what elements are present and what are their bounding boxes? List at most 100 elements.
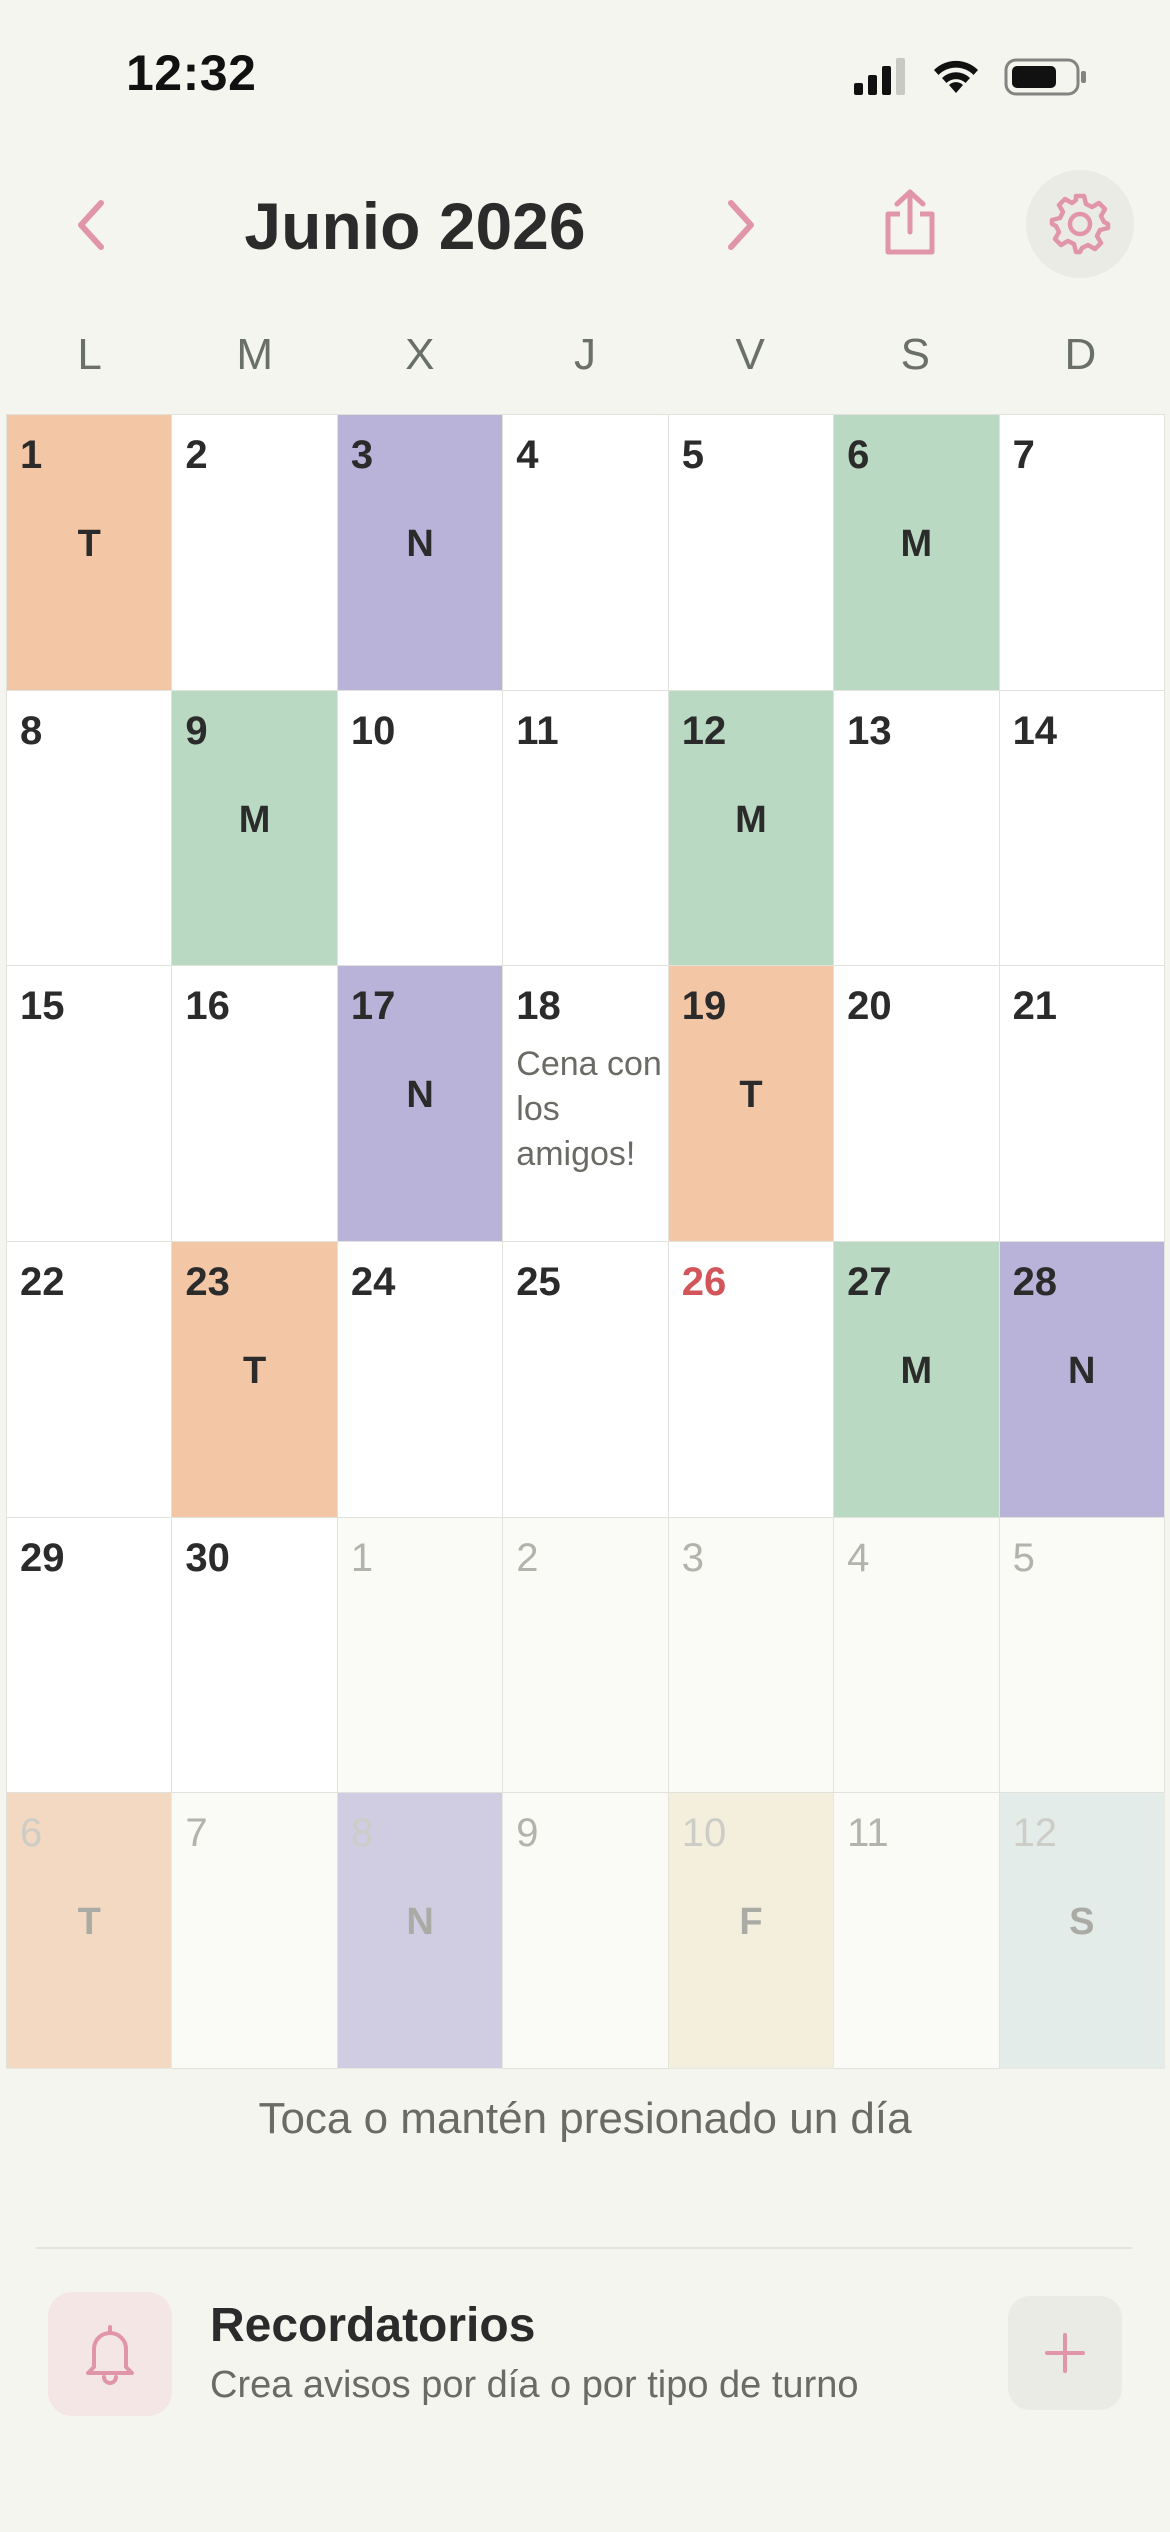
weekday-header: LMXJVSD	[7, 330, 1163, 390]
shift-label: F	[739, 1901, 763, 1944]
chevron-left-icon	[78, 200, 104, 250]
day-cell[interactable]: 22	[7, 1241, 173, 1518]
shift-label: T	[739, 1074, 763, 1117]
day-cell[interactable]: 29	[7, 1517, 173, 1794]
day-cell[interactable]: 20	[834, 966, 1000, 1242]
status-time: 12:32	[126, 45, 257, 101]
day-number: 13	[847, 708, 892, 753]
day-cell[interactable]: 6M	[834, 415, 1000, 691]
weekday-label: V	[735, 330, 765, 379]
day-cell[interactable]: 16	[172, 966, 338, 1242]
day-cell[interactable]: 12 M	[668, 690, 835, 967]
day-cell[interactable]: 3N	[337, 415, 504, 691]
share-button[interactable]	[860, 168, 960, 278]
day-cell[interactable]: 14	[999, 690, 1165, 967]
shift-label: N	[1068, 1349, 1096, 1392]
weekday-label: S	[900, 330, 930, 379]
day-cell-outside-month[interactable]: 6T	[7, 1793, 173, 2069]
battery-icon	[1004, 58, 1086, 96]
day-cell-outside-month[interactable]: 2	[503, 1517, 669, 1794]
bell-icon	[86, 2325, 134, 2385]
shift-label: M	[238, 798, 271, 841]
day-cell[interactable]: 26	[668, 1241, 835, 1518]
day-number: 21	[1012, 984, 1058, 1029]
day-cell[interactable]: 23 T	[172, 1241, 338, 1518]
reminders-row[interactable]: Recordatorios Crea avisos por día o por …	[36, 2280, 1134, 2430]
day-number: 1	[20, 433, 43, 477]
day-cell-outside-month[interactable]: 1	[337, 1517, 504, 1794]
reminders-subtitle: Crea avisos por día o por tipo de turno	[210, 2364, 859, 2406]
reminders-title: Recordatorios	[210, 2299, 536, 2352]
day-number: 17	[350, 984, 396, 1029]
day-number: 30	[185, 1535, 230, 1580]
day-cell-outside-month[interactable]: 12 S	[999, 1793, 1165, 2069]
shift-label: M	[735, 798, 767, 841]
day-cell[interactable]: 24	[337, 1241, 504, 1518]
day-cell[interactable]: 7	[999, 415, 1165, 691]
shift-label: S	[1069, 1901, 1095, 1944]
settings-button[interactable]	[1026, 170, 1134, 278]
day-cell[interactable]: 5	[668, 415, 835, 691]
shift-label: N	[406, 1074, 434, 1117]
shift-label: M	[900, 523, 933, 565]
add-reminder-button[interactable]	[1008, 2296, 1122, 2410]
day-cell-outside-month[interactable]: 7	[172, 1793, 338, 2069]
calendar-grid: 1 T 2 3 N 4 5 6 M 7 8 9 M 10 11 12 M 13 14 15 16 17 N 18 Cena co…	[6, 414, 1165, 2069]
day-cell[interactable]: 18 Cena con los amigos!	[503, 966, 669, 1242]
day-cell[interactable]: 21	[999, 966, 1165, 1242]
day-cell-outside-month[interactable]: 5	[999, 1517, 1165, 1794]
shift-label: T	[243, 1349, 267, 1392]
day-number: 20	[847, 984, 892, 1029]
status-icons	[852, 54, 1088, 100]
day-number: 23	[185, 1259, 230, 1304]
day-cell[interactable]: 15	[7, 966, 173, 1242]
day-number: 26	[681, 1259, 727, 1304]
day-number: 2	[516, 1535, 539, 1580]
month-title: Junio 2026	[244, 189, 586, 263]
day-cell-outside-month[interactable]: 11	[834, 1793, 1000, 2069]
day-cell[interactable]: 13	[834, 690, 1000, 967]
day-cell-outside-month[interactable]: 10 F	[668, 1793, 835, 2069]
day-number: 7	[185, 1811, 208, 1856]
day-cell[interactable]: 30	[172, 1517, 338, 1794]
next-month-button[interactable]	[686, 160, 796, 290]
day-number: 27	[847, 1259, 892, 1304]
day-number: 11	[516, 708, 559, 753]
day-cell[interactable]: 17 N	[337, 966, 504, 1242]
status-bar: 12:32	[0, 0, 1170, 150]
day-number: 16	[185, 984, 230, 1029]
day-cell-outside-month[interactable]: 4	[834, 1517, 1000, 1794]
day-cell[interactable]: 10	[337, 690, 504, 967]
day-number: 9	[516, 1811, 539, 1856]
weekday-label: M	[236, 330, 274, 379]
day-number: 29	[20, 1535, 65, 1580]
shift-label: N	[406, 1901, 434, 1944]
day-cell-outside-month[interactable]: 3	[668, 1517, 835, 1794]
day-cell[interactable]: 4	[503, 415, 669, 691]
day-cell[interactable]: 25	[503, 1241, 669, 1518]
day-number: 19	[681, 984, 727, 1029]
day-cell[interactable]: 1T	[7, 415, 173, 691]
day-cell-outside-month[interactable]: 8N	[337, 1793, 504, 2069]
day-number: 8	[20, 708, 43, 753]
shift-label: T	[77, 523, 101, 565]
day-cell[interactable]: 19 T	[668, 966, 835, 1242]
weekday-label: J	[573, 330, 596, 379]
share-icon	[885, 189, 935, 255]
day-cell[interactable]: 2	[172, 415, 338, 691]
day-number: 25	[516, 1259, 561, 1304]
previous-month-button[interactable]	[36, 160, 146, 290]
weekday-label: L	[77, 330, 102, 379]
divider	[36, 2247, 1132, 2249]
day-number: 12	[1012, 1811, 1058, 1856]
shift-label: M	[900, 1349, 933, 1392]
day-number: 15	[20, 984, 65, 1029]
day-number: 14	[1012, 708, 1058, 753]
day-cell[interactable]: 9M	[172, 690, 338, 967]
day-cell[interactable]: 27 M	[834, 1241, 1000, 1518]
day-number: 2	[185, 433, 208, 477]
day-cell-outside-month[interactable]: 9	[503, 1793, 669, 2069]
day-cell[interactable]: 28 N	[999, 1241, 1165, 1518]
day-cell[interactable]: 11	[503, 690, 669, 967]
day-cell[interactable]: 8	[7, 690, 173, 967]
